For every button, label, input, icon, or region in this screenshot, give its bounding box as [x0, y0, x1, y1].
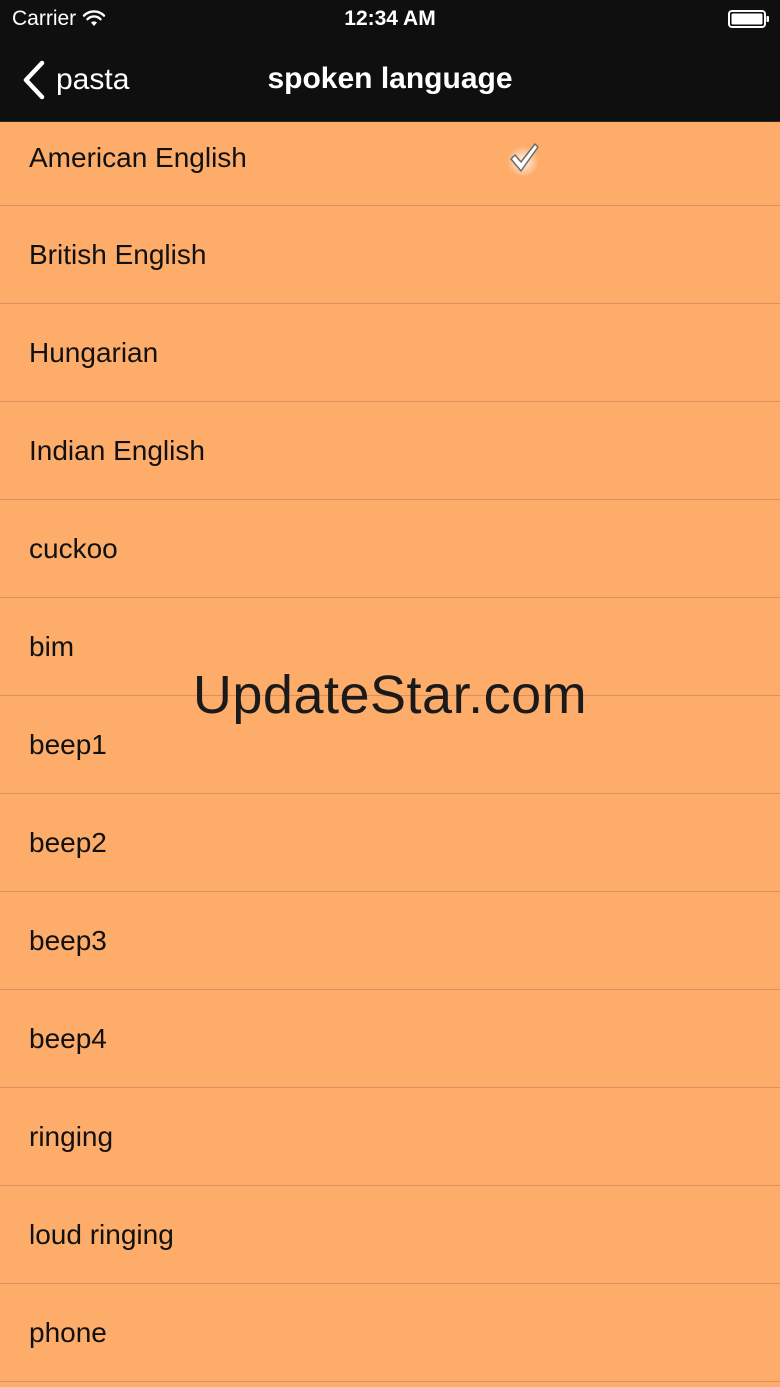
list-item-label: Hungarian	[29, 336, 159, 368]
list-item-beep2[interactable]: beep2	[0, 794, 780, 892]
list-item-label: Indian English	[29, 434, 205, 466]
list-item-cuckoo[interactable]: cuckoo	[0, 500, 780, 598]
battery-icon	[728, 10, 770, 28]
list-item-label: American English	[29, 142, 247, 173]
list-item-british-english[interactable]: British English	[0, 206, 780, 304]
list-item-hungarian[interactable]: Hungarian	[0, 304, 780, 402]
list-item-label: loud ringing	[29, 1218, 174, 1250]
list-item-label: beep3	[29, 924, 107, 956]
checkmark-icon	[506, 140, 542, 176]
list-item-label: ringing	[29, 1120, 114, 1152]
list-item-beep1[interactable]: beep1	[0, 696, 780, 794]
language-list: American English British English Hungari…	[0, 122, 780, 1382]
navigation-bar: pasta spoken language	[0, 40, 780, 122]
list-item-label: cuckoo	[29, 532, 118, 564]
list-item-american-english[interactable]: American English	[0, 122, 780, 206]
page-title: spoken language	[267, 62, 513, 95]
list-item-beep4[interactable]: beep4	[0, 990, 780, 1088]
list-item-label: beep2	[29, 826, 107, 858]
list-item-bim[interactable]: bim	[0, 598, 780, 696]
list-item-loud-ringing[interactable]: loud ringing	[0, 1186, 780, 1284]
list-item-ringing[interactable]: ringing	[0, 1088, 780, 1186]
status-time: 12:34 AM	[344, 7, 436, 30]
list-item-label: British English	[29, 238, 207, 270]
list-item-beep3[interactable]: beep3	[0, 892, 780, 990]
list-item-label: beep4	[29, 1022, 107, 1054]
list-item-label: bim	[29, 630, 75, 662]
list-item-label: beep1	[29, 728, 107, 760]
list-item-phone[interactable]: phone	[0, 1284, 780, 1382]
status-bar: Carrier 12:34 AM	[0, 0, 780, 40]
list-item-label: phone	[29, 1316, 107, 1348]
list-item-indian-english[interactable]: Indian English	[0, 402, 780, 500]
